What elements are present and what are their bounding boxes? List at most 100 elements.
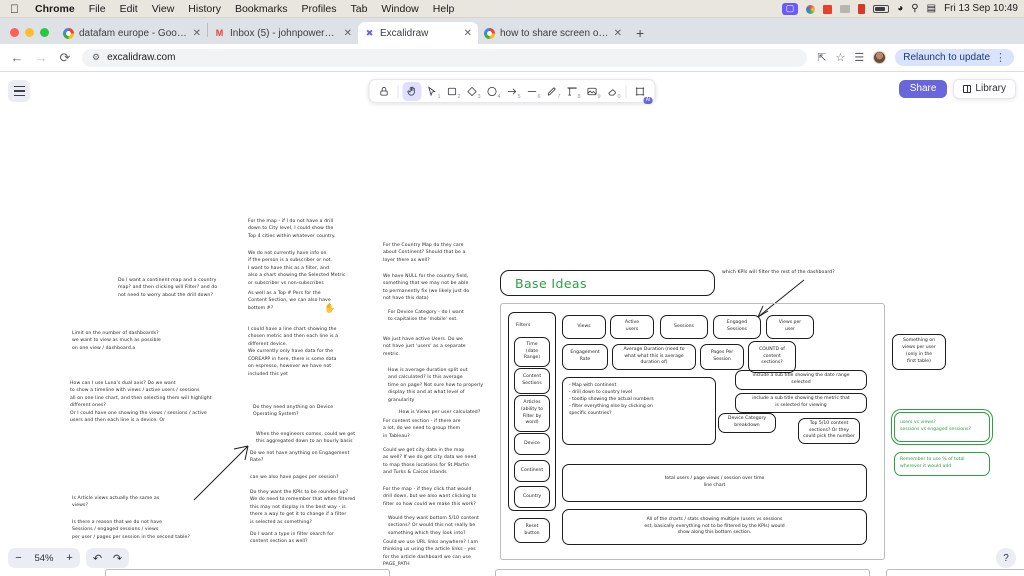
note-top-cities[interactable]: For the map - if I do not have a drill d… — [248, 218, 363, 240]
menu-item-tab[interactable]: Tab — [343, 3, 374, 15]
note-users-vs-views-box[interactable]: users vs views? sessions vs engaged sess… — [894, 412, 990, 442]
note-group-content-sections[interactable]: For content section - if there are a lot… — [383, 418, 495, 440]
share-button[interactable]: Share — [898, 80, 948, 98]
kpi-views[interactable]: Views — [562, 315, 606, 339]
map-requirements-box[interactable]: - Map with continent - drill down to cou… — [562, 377, 716, 445]
redo-icon[interactable]: ↷ — [109, 552, 126, 565]
timeline-chart-box[interactable]: total users / page views / session over … — [562, 464, 867, 502]
note-type-filter-search[interactable]: Do I want a type in filter search for co… — [250, 531, 368, 546]
note-second-table[interactable]: Is there a reason that we do not have Se… — [72, 519, 232, 541]
reload-icon[interactable]: ⟳ — [58, 50, 72, 66]
articles-frame[interactable] — [105, 569, 390, 576]
address-bar[interactable]: ⚙ excalidraw.com — [82, 48, 808, 67]
filter-time-range[interactable]: Time (date Range) — [514, 337, 550, 367]
recorder-icon[interactable] — [858, 4, 866, 14]
kpi-sessions[interactable]: Sessions — [660, 315, 708, 339]
rectangle-icon[interactable]: 2 — [443, 82, 462, 101]
wifi-icon[interactable]: ◕ — [897, 4, 903, 14]
zoom-control[interactable]: − 54% + — [8, 548, 80, 568]
note-pages-per-session[interactable]: can we also have pages per session? — [250, 474, 364, 481]
new-tab-button[interactable]: + — [628, 25, 652, 44]
menu-item-bookmarks[interactable]: Bookmarks — [228, 3, 295, 15]
control-center-icon[interactable]: ▤ — [927, 4, 936, 14]
close-icon[interactable]: ✕ — [193, 28, 201, 39]
note-top-bottom-pages[interactable]: As well as a Top # Pers for the Content … — [248, 290, 356, 312]
close-icon[interactable]: ✕ — [344, 28, 352, 39]
help-button[interactable]: ? — [996, 548, 1016, 568]
note-city-data-map[interactable]: Could we get city data in the map as wel… — [383, 447, 501, 477]
close-icon[interactable]: ✕ — [614, 28, 622, 39]
arrow-left-diagonal[interactable] — [190, 442, 252, 504]
arrow-icon[interactable]: 5 — [503, 82, 522, 101]
zoom-out-button[interactable]: − — [10, 552, 27, 564]
hand-icon[interactable] — [402, 81, 422, 101]
filter-continent[interactable]: Continent — [514, 460, 550, 482]
search-icon[interactable]: ⚲ — [911, 4, 918, 14]
menu-item-profiles[interactable]: Profiles — [294, 3, 343, 15]
note-continent-map[interactable]: Do I want a continent map and a country … — [118, 277, 248, 299]
menu-item-chrome[interactable]: Chrome — [28, 3, 82, 15]
kpi-engaged-sessions[interactable]: Engaged Sessions — [713, 315, 761, 339]
browser-tab-inbox[interactable]: M Inbox (5) - johnpower@econ ✕ — [208, 22, 358, 44]
note-engagement-rate[interactable]: Do we not have anything on Engagement Ra… — [250, 450, 364, 465]
note-views-per-user-box[interactable]: Something on views per user (only in the… — [892, 334, 946, 370]
minimize-window-button[interactable] — [25, 28, 34, 37]
screen-share-indicator-icon[interactable]: ▢ — [781, 3, 799, 15]
coreapp-frame[interactable] — [886, 569, 1024, 576]
text-icon[interactable]: 8 — [563, 82, 582, 101]
note-url-links[interactable]: Could we use URL links anywhere? I am th… — [383, 539, 501, 569]
filter-articles[interactable]: Articles (ability to Filter by word) — [514, 395, 550, 432]
maximize-window-button[interactable] — [40, 28, 49, 37]
menu-item-history[interactable]: History — [181, 3, 228, 15]
kpi-average-duration[interactable]: Average Duration (need to what what this… — [612, 344, 696, 370]
note-views-per-user-calc[interactable]: How is Views per user calculated? — [399, 409, 509, 416]
menu-item-window[interactable]: Window — [374, 3, 425, 15]
menu-item-help[interactable]: Help — [426, 3, 462, 15]
menu-item-view[interactable]: View — [145, 3, 182, 15]
kpi-engagement-rate[interactable]: Engagement Rate — [562, 344, 608, 370]
filter-content-sections[interactable]: Content Sections — [514, 368, 550, 394]
back-icon[interactable]: ← — [10, 50, 24, 65]
note-line-chart-device[interactable]: I could have a line chart showing the ch… — [248, 326, 368, 378]
chrome-menu-icon[interactable]: ⋮ — [995, 51, 1006, 64]
note-kpi-rounding[interactable]: Do they want the KPIs to be rounded up? … — [250, 489, 372, 526]
browser-tab-excalidraw[interactable]: ✖ Excalidraw ✕ — [358, 22, 478, 44]
main-menu-button[interactable] — [8, 80, 30, 102]
selection-icon[interactable]: 1 — [423, 82, 442, 101]
note-dashboard-limit[interactable]: Limit on the number of dashboards? we wa… — [72, 330, 222, 352]
excalidraw-canvas[interactable]: 1 2 3 4 5 6 7 8 9 0 AI Share Library Do … — [0, 72, 1024, 576]
color-wheel-icon[interactable] — [806, 4, 816, 14]
note-bottom-sections[interactable]: Would they want bottom 5/10 content sect… — [388, 515, 502, 537]
lock-icon[interactable] — [375, 82, 394, 101]
website-frame[interactable] — [495, 569, 870, 576]
undo-redo-control[interactable]: ↶ ↷ — [86, 548, 129, 568]
forward-icon[interactable]: → — [34, 50, 48, 65]
note-device-category-caps[interactable]: For Device Category - do I want to capit… — [388, 309, 494, 324]
battery-icon[interactable] — [873, 5, 890, 13]
clock-label[interactable]: Fri 13 Sep 10:49 — [944, 4, 1018, 14]
menu-item-file[interactable]: File — [82, 3, 113, 15]
canvas-top-right-actions[interactable]: Share Library — [898, 79, 1016, 99]
note-percent-of-total-box[interactable]: Remember to use % of total wherever it w… — [894, 452, 990, 476]
note-active-users-metric[interactable]: We just have active Users. Do we not hav… — [383, 336, 491, 358]
subtitle-date-range-box[interactable]: include a sub title showing the date ran… — [735, 370, 867, 390]
browser-tab-datafam[interactable]: datafam europe - Google Se ✕ — [57, 22, 207, 44]
frame-icon[interactable]: AI — [631, 82, 653, 104]
site-settings-icon[interactable]: ⚙ — [92, 52, 100, 63]
display-icon[interactable] — [840, 5, 851, 13]
base-ideas-title-box[interactable]: Base Ideas — [500, 270, 715, 296]
avatar[interactable] — [873, 51, 887, 64]
kpi-pages-per-session[interactable]: Pages Per Session — [700, 344, 744, 370]
undo-icon[interactable]: ↶ — [89, 552, 106, 565]
device-category-breakdown-box[interactable]: Device Category breakdown — [718, 413, 776, 433]
image-icon[interactable]: 9 — [583, 82, 602, 101]
note-country-map-continent[interactable]: For the Country Map do they care about C… — [383, 242, 489, 264]
menu-item-edit[interactable]: Edit — [113, 3, 145, 15]
subtitle-metric-box[interactable]: include a sub title showing the metric t… — [735, 393, 867, 413]
note-null-country[interactable]: We have NULL for the country field, some… — [383, 273, 493, 303]
extensions-icon[interactable]: ☰ — [854, 51, 864, 64]
bottom-section-note-box[interactable]: All of the charts / stats showing multip… — [562, 509, 867, 545]
kpi-views-per-user[interactable]: Views per user — [766, 315, 814, 339]
close-window-button[interactable] — [10, 28, 19, 37]
apple-logo-icon[interactable]:  — [10, 3, 19, 15]
